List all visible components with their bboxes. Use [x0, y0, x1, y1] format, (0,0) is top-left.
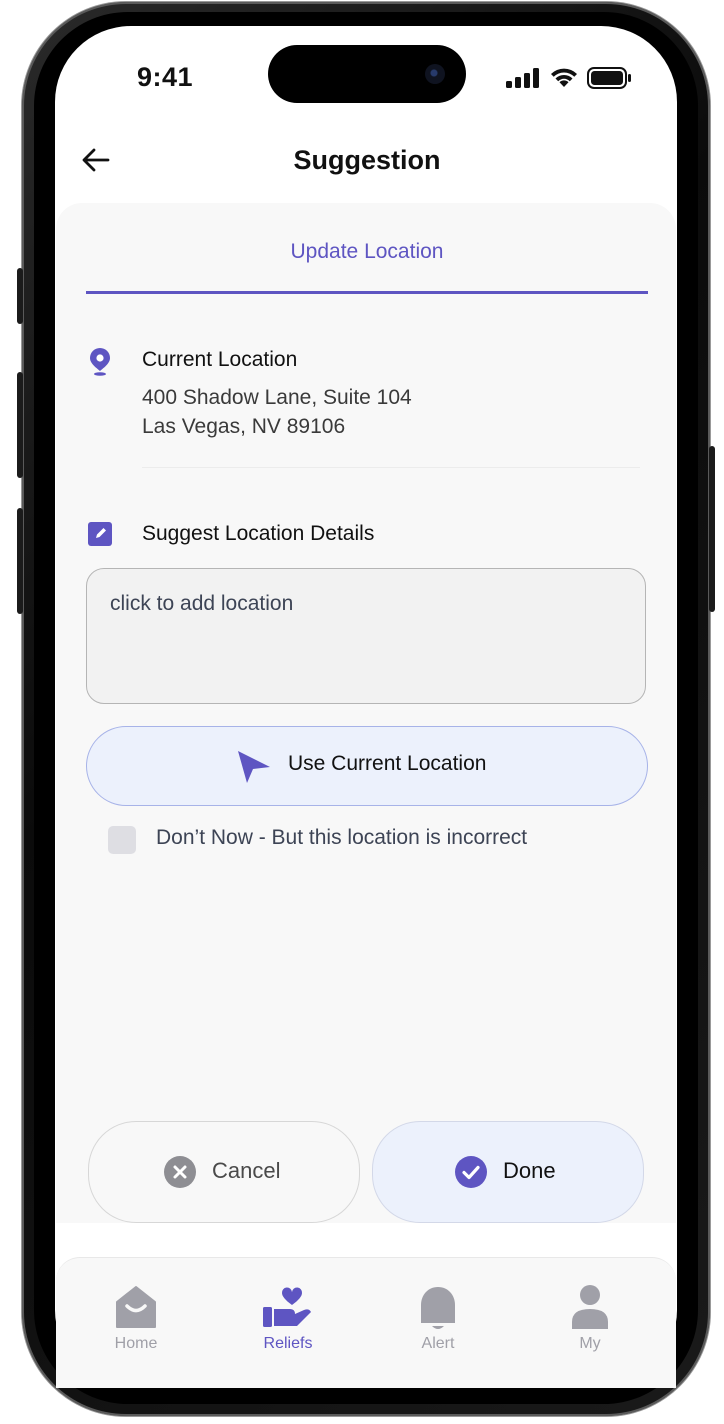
mute-switch [17, 268, 23, 324]
tab-my-label[interactable]: My [545, 1335, 635, 1353]
edit-icon [88, 522, 112, 546]
battery-icon [587, 67, 631, 89]
close-circle-icon [164, 1156, 196, 1188]
camera-icon [425, 64, 445, 84]
check-circle-icon [455, 1156, 487, 1188]
arrow-left-icon[interactable] [80, 144, 112, 176]
location-input[interactable] [86, 568, 646, 704]
done-label[interactable]: Done [503, 1158, 556, 1184]
incorrect-location-label[interactable]: Don’t Now - But this location is incorre… [156, 826, 527, 850]
suggest-location-label: Suggest Location Details [142, 522, 375, 545]
volume-down-button [17, 508, 23, 614]
use-current-location-label[interactable]: Use Current Location [288, 752, 486, 776]
tab-active-indicator [86, 291, 648, 294]
tab-home-label[interactable]: Home [91, 1335, 181, 1353]
bell-icon[interactable] [417, 1285, 459, 1333]
volume-up-button [17, 372, 23, 478]
location-input-placeholder[interactable]: click to add location [110, 592, 293, 616]
tab-alert-label[interactable]: Alert [393, 1335, 483, 1353]
address-line-2: Las Vegas, NV 89106 [142, 415, 346, 438]
location-pin-icon [90, 348, 110, 376]
power-button [709, 446, 715, 612]
cancel-label[interactable]: Cancel [212, 1158, 280, 1184]
wifi-icon [551, 68, 577, 87]
signal-icon [506, 68, 539, 88]
heart-hand-icon[interactable] [262, 1287, 314, 1329]
address-line-1: 400 Shadow Lane, Suite 104 [142, 386, 412, 409]
tab-update-location[interactable]: Update Location [86, 240, 648, 264]
page-title: Suggestion [293, 145, 441, 175]
divider [142, 467, 640, 468]
incorrect-location-checkbox[interactable] [108, 826, 136, 854]
home-icon[interactable] [115, 1285, 157, 1329]
user-icon[interactable] [571, 1284, 609, 1330]
tab-reliefs-label[interactable]: Reliefs [243, 1335, 333, 1353]
status-time: 9:41 [137, 62, 194, 92]
current-location-label: Current Location [142, 348, 298, 371]
navigation-arrow-icon [238, 751, 270, 783]
